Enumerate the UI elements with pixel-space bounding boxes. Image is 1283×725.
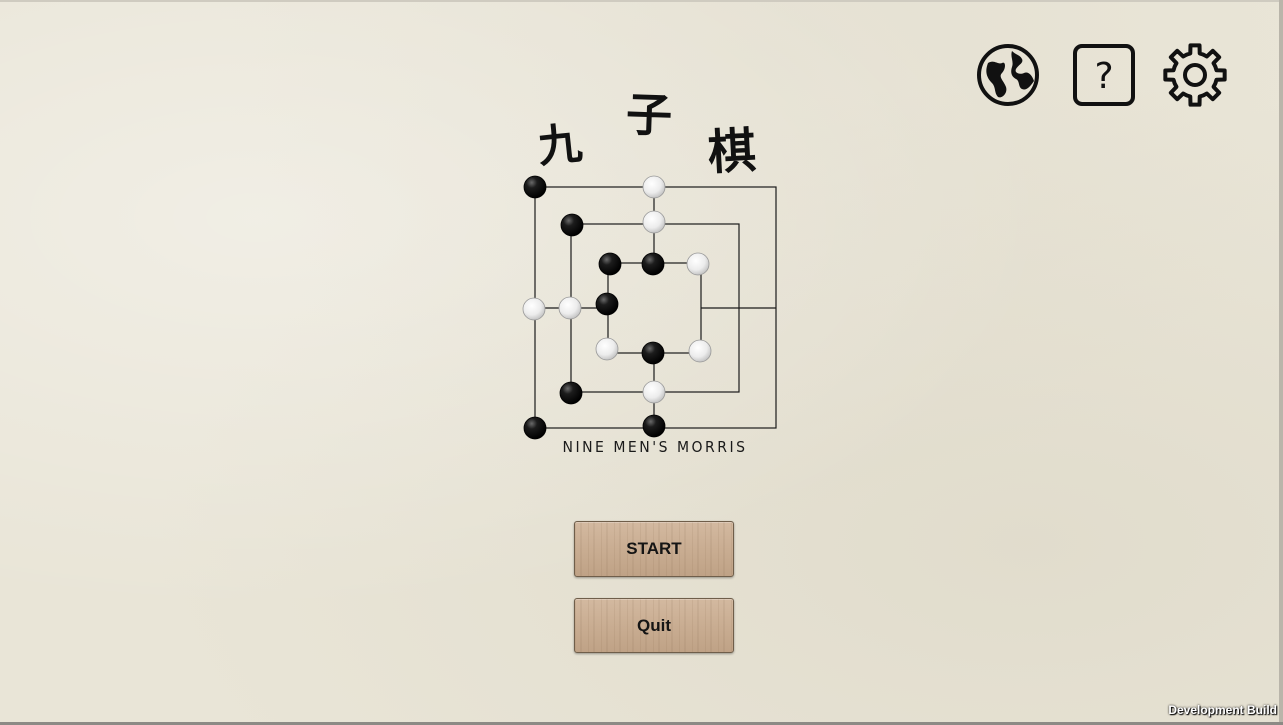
white-piece (595, 337, 619, 361)
start-button[interactable]: START (574, 521, 734, 577)
white-piece (558, 296, 582, 320)
black-piece (642, 414, 666, 438)
help-button[interactable]: ? (1072, 43, 1136, 107)
white-piece (686, 252, 710, 276)
white-piece (522, 297, 546, 321)
language-button[interactable] (976, 43, 1040, 107)
settings-button[interactable] (1160, 40, 1230, 110)
black-piece (595, 292, 619, 316)
top-icon-bar: ? (972, 40, 1232, 112)
black-piece (641, 341, 665, 365)
development-build-label: Development Build (1168, 703, 1277, 717)
white-piece (642, 380, 666, 404)
white-piece (642, 175, 666, 199)
window-right-border (1279, 0, 1283, 725)
game-subtitle: NINE MEN'S MORRIS (562, 439, 748, 457)
game-logo: 九 子 棋 NINE MEN'S MORRIS (510, 87, 800, 468)
black-piece (641, 252, 665, 276)
title-char-men: 子 (625, 87, 673, 143)
black-piece (559, 381, 583, 405)
window-top-border (0, 0, 1283, 2)
title-char-nine: 九 (535, 117, 585, 174)
black-piece (598, 252, 622, 276)
white-piece (642, 210, 666, 234)
morris-board (522, 175, 777, 440)
white-piece (688, 339, 712, 363)
black-piece (523, 175, 547, 199)
black-piece (560, 213, 584, 237)
quit-button[interactable]: Quit (574, 598, 734, 653)
globe-icon (977, 44, 1039, 106)
black-piece (523, 416, 547, 440)
gear-icon (1163, 43, 1227, 107)
help-icon: ? (1073, 44, 1135, 106)
help-icon-glyph: ? (1094, 56, 1113, 97)
